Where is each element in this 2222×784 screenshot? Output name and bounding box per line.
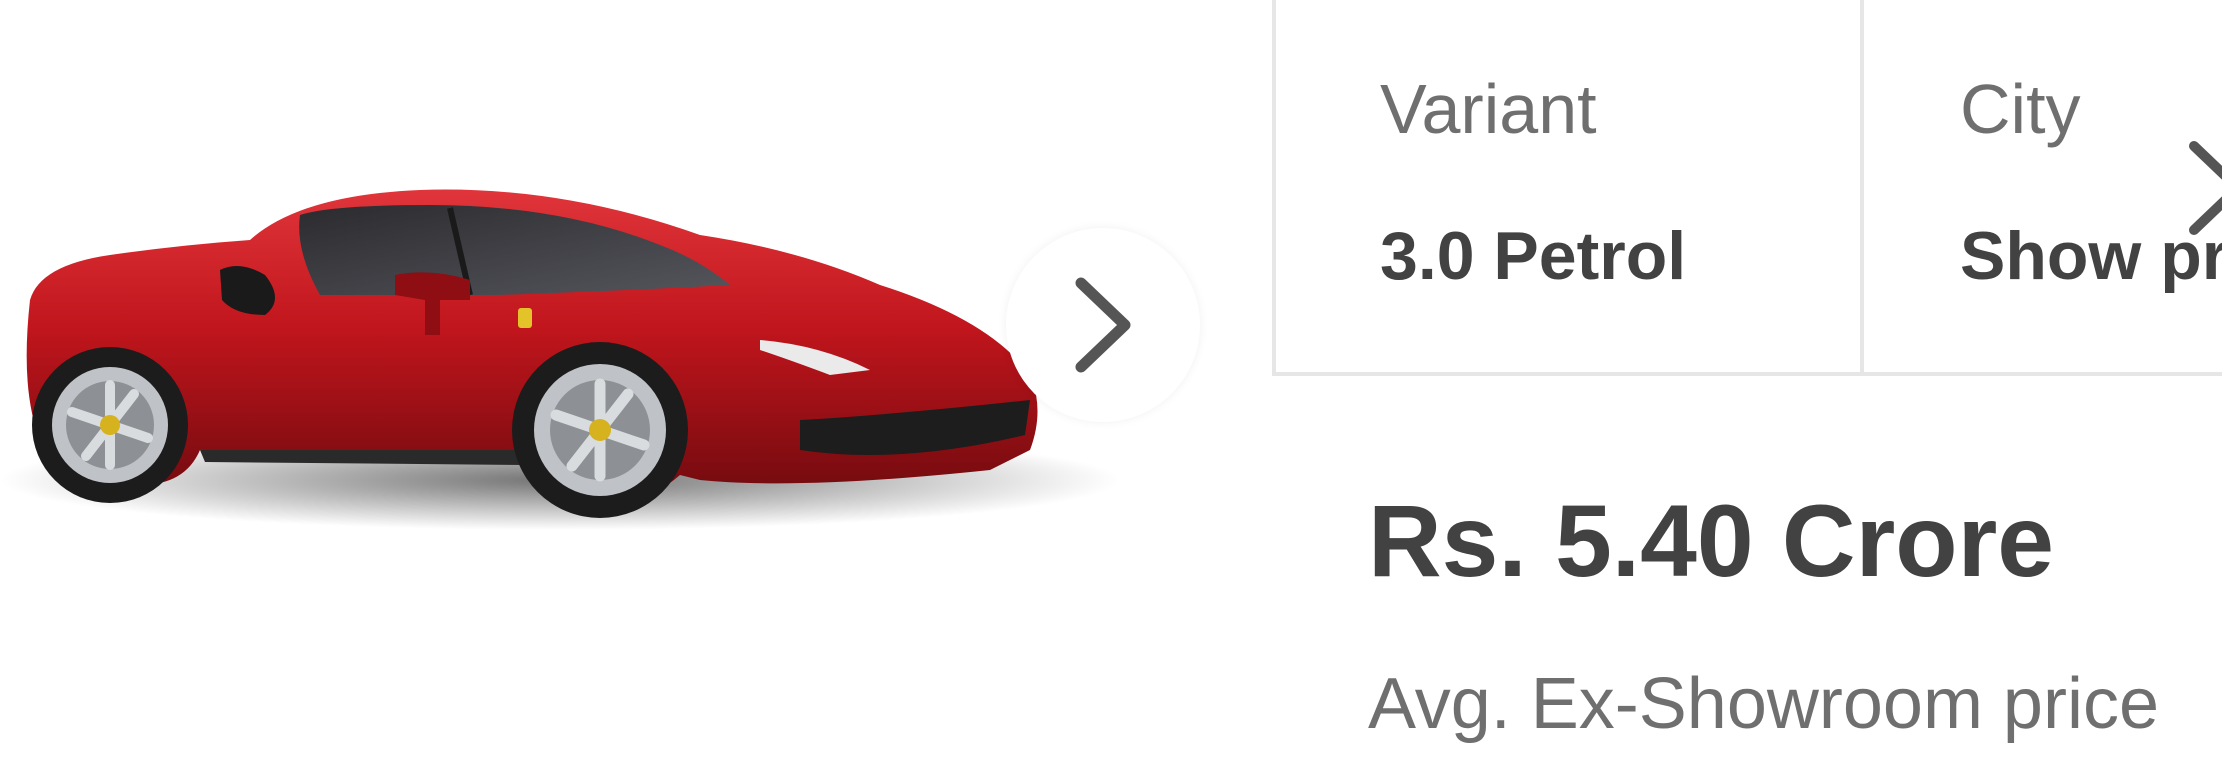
chevron-right-icon [1075, 277, 1131, 373]
car-image [0, 189, 1120, 530]
variant-label: Variant [1380, 70, 1597, 148]
chevron-right-icon[interactable] [2186, 138, 2222, 238]
image-gallery [0, 0, 1230, 784]
price-amount: Rs. 5.40 Crore [1368, 484, 2055, 598]
variant-value: 3.0 Petrol [1380, 218, 1687, 294]
city-value: Show price in my city [1960, 218, 2222, 294]
city-selector[interactable]: City Show price in my city [1864, 0, 2222, 372]
next-image-button[interactable] [1006, 228, 1200, 422]
variant-selector[interactable]: Variant 3.0 Petrol [1276, 0, 1864, 372]
city-label: City [1960, 70, 2081, 148]
price-note: Avg. Ex-Showroom price [1368, 664, 2159, 744]
variant-city-selector: Variant 3.0 Petrol City Show price in my… [1272, 0, 2222, 376]
